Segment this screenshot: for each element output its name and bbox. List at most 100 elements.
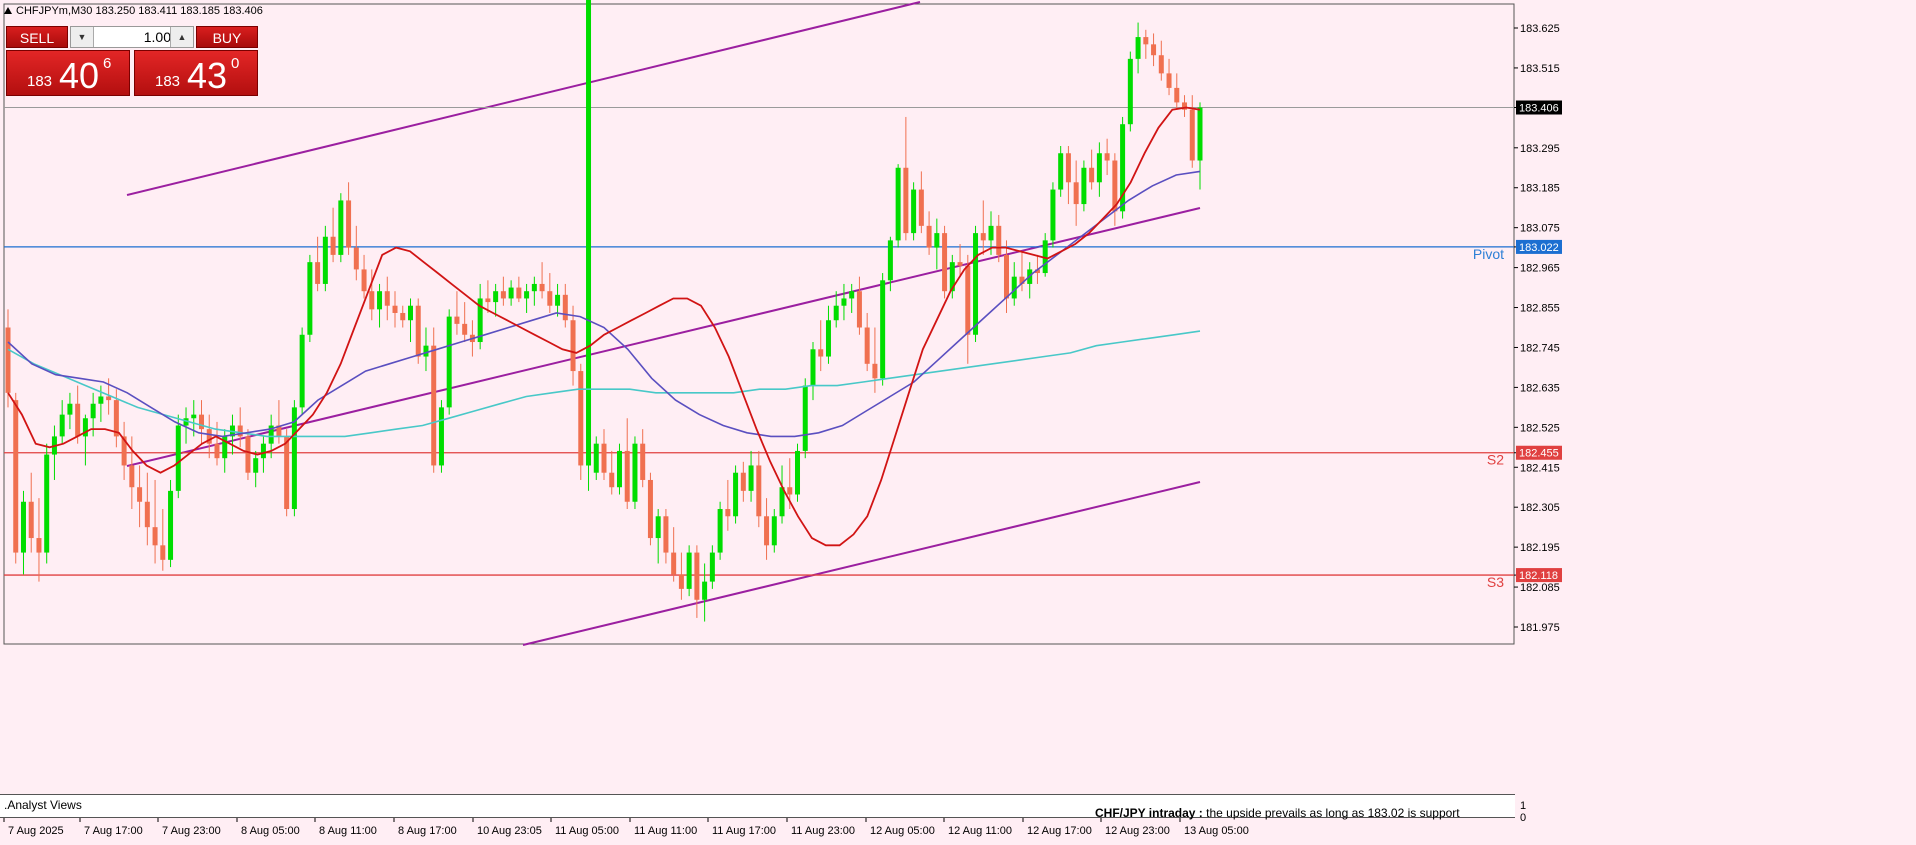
candle-body <box>934 233 940 248</box>
candle-body <box>98 396 104 404</box>
candle-body <box>462 323 468 335</box>
candle-body <box>90 403 96 419</box>
time-tick-label: 10 Aug 23:05 <box>477 825 542 837</box>
candle-body <box>872 363 878 379</box>
level-tag-s2: 182.455 <box>1519 448 1559 460</box>
candle-body <box>1151 44 1157 56</box>
chevron-down-icon[interactable]: ▼ <box>71 27 94 47</box>
candle-body <box>1050 189 1056 241</box>
candle-body <box>1158 55 1164 74</box>
lot-size-control[interactable]: ▼ ▲ <box>70 26 194 48</box>
buy-quote[interactable]: 183 43 0 <box>134 50 258 96</box>
level-label-pivot: Pivot <box>1473 246 1504 262</box>
candle-body <box>856 291 862 328</box>
price-tick-label: 183.295 <box>1520 143 1560 155</box>
candle-body <box>988 225 994 241</box>
candle-body <box>338 200 344 255</box>
buy-quote-pips: 43 <box>187 55 228 96</box>
level-tag-s3: 182.118 <box>1519 570 1558 582</box>
candle-body <box>299 334 305 408</box>
candle-body <box>144 501 150 528</box>
level-label-s2: S2 <box>1487 452 1504 468</box>
candle-body <box>260 443 266 459</box>
price-chart[interactable]: CHFJPYm,M30 183.250 183.411 183.185 183.… <box>0 0 1916 840</box>
analyst-message-text: the upside prevails as long as 183.02 is… <box>1202 806 1460 820</box>
sell-button[interactable]: SELL <box>6 26 68 48</box>
time-tick-label: 8 Aug 17:00 <box>398 825 457 837</box>
candle-body <box>384 291 390 306</box>
candle-body <box>957 262 963 266</box>
candle-body <box>531 283 537 292</box>
price-tick-label: 182.965 <box>1520 263 1560 275</box>
time-tick-label: 8 Aug 05:00 <box>241 825 300 837</box>
level-label-s3: S3 <box>1487 574 1504 590</box>
candle-body <box>407 305 413 321</box>
candle-body <box>485 298 491 303</box>
candle-body <box>756 465 762 517</box>
time-tick-label: 8 Aug 11:00 <box>319 825 377 837</box>
sell-quote-pips: 40 <box>59 55 100 96</box>
candle-body <box>493 291 499 303</box>
candle-body <box>942 233 948 292</box>
candle-body <box>918 189 924 226</box>
candle-body <box>392 305 398 313</box>
candle-body <box>59 414 65 437</box>
indicator-scale-top: 1 <box>1520 800 1527 812</box>
candle-body <box>369 291 375 310</box>
one-click-trading-panel: SELL ▼ ▲ BUY 183 40 6 183 43 0 <box>6 26 258 96</box>
candle-body <box>400 312 406 321</box>
price-tick-label: 182.855 <box>1520 303 1560 315</box>
candle-body <box>1104 153 1110 161</box>
candle-body <box>578 371 584 466</box>
candle-body <box>570 320 576 372</box>
sell-quote-base: 183 <box>27 73 53 90</box>
candle-body <box>1065 153 1071 183</box>
candle-body <box>1127 58 1133 125</box>
lot-size-input[interactable] <box>95 28 173 46</box>
candle-body <box>1081 167 1087 205</box>
candle-body <box>1166 73 1172 88</box>
candle-body <box>895 167 901 241</box>
candle-body <box>106 396 112 401</box>
analyst-message-title: CHF/JPY intraday : <box>1095 806 1203 820</box>
candle-body <box>973 233 979 335</box>
candle-body <box>880 280 886 379</box>
analyst-message: CHF/JPY intraday : the upside prevails a… <box>1095 806 1460 820</box>
candle-body <box>423 345 429 357</box>
candle-body <box>1096 153 1102 183</box>
candle-body <box>322 236 328 284</box>
candle-body <box>887 240 893 281</box>
time-tick-label: 13 Aug 05:00 <box>1184 825 1249 837</box>
candle-body <box>415 305 421 357</box>
candle-body <box>500 291 506 299</box>
chevron-up-icon[interactable]: ▲ <box>170 27 193 47</box>
candle-body <box>686 552 692 589</box>
buy-button[interactable]: BUY <box>196 26 258 48</box>
candle-body <box>764 516 770 546</box>
buy-quote-fraction: 0 <box>231 55 240 72</box>
candle-body <box>454 316 460 324</box>
candle-body <box>539 283 545 292</box>
candle-body <box>245 436 251 473</box>
candle-body <box>725 509 731 517</box>
candle-body <box>562 294 568 321</box>
candle-body <box>733 472 739 517</box>
candle-body <box>586 0 592 466</box>
buy-quote-base: 183 <box>155 73 181 90</box>
candle-body <box>555 294 561 306</box>
candle-body <box>903 167 909 234</box>
candle-body <box>137 487 143 502</box>
candle-body <box>663 516 669 553</box>
candle-body <box>1011 276 1017 299</box>
sell-quote[interactable]: 183 40 6 <box>6 50 130 96</box>
price-tick-label: 182.745 <box>1520 342 1560 354</box>
candle-body <box>795 450 801 495</box>
candle-body <box>1058 153 1064 190</box>
chart-area[interactable]: CHFJPYm,M30 183.250 183.411 183.185 183.… <box>0 0 1916 840</box>
price-tick-label: 182.635 <box>1520 382 1560 394</box>
candle-body <box>547 291 553 306</box>
time-tick-label: 11 Aug 11:00 <box>634 825 697 837</box>
candle-body <box>1135 37 1141 59</box>
sell-quote-fraction: 6 <box>103 55 112 72</box>
candle-body <box>214 443 220 459</box>
